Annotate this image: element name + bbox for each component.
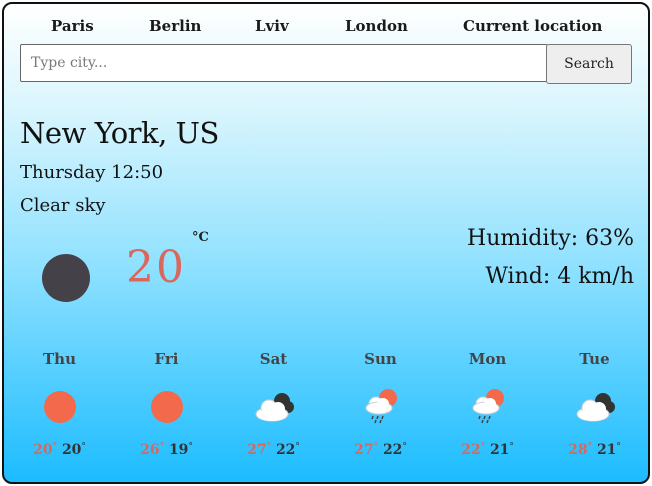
forecast-max: 27 bbox=[354, 442, 374, 458]
wind: Wind: 4 km/h bbox=[485, 264, 634, 289]
forecast-temps: 20° 20° bbox=[33, 442, 86, 458]
search-button[interactable]: Search bbox=[546, 44, 632, 84]
forecast-min: 21 bbox=[489, 442, 510, 458]
cloudy-icon bbox=[255, 393, 294, 422]
forecast-day: Sat 27° 22° bbox=[220, 350, 327, 470]
search-bar: Search bbox=[20, 44, 634, 86]
current-datetime: Thursday 12:50 bbox=[20, 162, 164, 183]
sun-icon bbox=[150, 391, 183, 423]
current-location-link[interactable]: Current location bbox=[463, 17, 602, 35]
forecast-max: 22 bbox=[461, 442, 481, 458]
sun-icon bbox=[43, 391, 76, 423]
sun-rain-icon bbox=[365, 389, 397, 424]
cloudy-icon bbox=[576, 393, 615, 422]
forecast-max: 26 bbox=[140, 442, 160, 458]
forecast-day-name: Sat bbox=[259, 350, 288, 368]
forecast-min: 20 bbox=[61, 442, 82, 458]
forecast-day-name: Tue bbox=[579, 350, 610, 368]
forecast-max: 20 bbox=[33, 442, 53, 458]
sun-rain-icon bbox=[472, 389, 504, 424]
forecast-day-name: Fri bbox=[154, 350, 179, 368]
city-link-london[interactable]: London bbox=[345, 17, 408, 35]
clear-night-icon bbox=[42, 254, 90, 302]
current-temperature: 20 bbox=[126, 242, 186, 293]
forecast-day: Mon 22° 21° bbox=[434, 350, 541, 470]
forecast-min: 21 bbox=[596, 442, 617, 458]
city-title: New York, US bbox=[20, 116, 219, 150]
forecast-day: Tue 28° 21° bbox=[541, 350, 648, 470]
search-input[interactable] bbox=[20, 44, 548, 82]
forecast-max: 28 bbox=[568, 442, 588, 458]
city-link-berlin[interactable]: Berlin bbox=[149, 17, 201, 35]
city-nav: Paris Berlin Lviv London Current locatio… bbox=[4, 17, 648, 39]
weather-card: Paris Berlin Lviv London Current locatio… bbox=[2, 2, 650, 484]
humidity: Humidity: 63% bbox=[467, 226, 634, 251]
weather-description: Clear sky bbox=[20, 195, 106, 216]
forecast-temps: 27° 22° bbox=[247, 442, 300, 458]
forecast-day-name: Mon bbox=[468, 350, 507, 368]
forecast-temps: 22° 21° bbox=[461, 442, 514, 458]
forecast-temps: 27° 22° bbox=[354, 442, 407, 458]
temperature-unit[interactable]: °C bbox=[192, 230, 209, 245]
forecast-min: 22 bbox=[275, 442, 296, 458]
forecast-day-name: Sun bbox=[364, 350, 397, 368]
forecast-temps: 28° 21° bbox=[568, 442, 621, 458]
city-link-paris[interactable]: Paris bbox=[51, 17, 94, 35]
forecast-min: 22 bbox=[382, 442, 403, 458]
forecast-temps: 26° 19° bbox=[140, 442, 193, 458]
forecast-day-name: Thu bbox=[43, 350, 76, 368]
forecast-day: Sun 27° 22° bbox=[327, 350, 434, 470]
forecast-day: Fri 26° 19° bbox=[113, 350, 220, 470]
forecast-day: Thu 20° 20° bbox=[6, 350, 113, 470]
forecast-min: 19 bbox=[168, 442, 189, 458]
city-link-lviv[interactable]: Lviv bbox=[255, 17, 289, 35]
forecast-max: 27 bbox=[247, 442, 267, 458]
forecast-list: Thu 20° 20° Fri 26° 19° Sat 27° 22° Sun … bbox=[4, 350, 648, 470]
